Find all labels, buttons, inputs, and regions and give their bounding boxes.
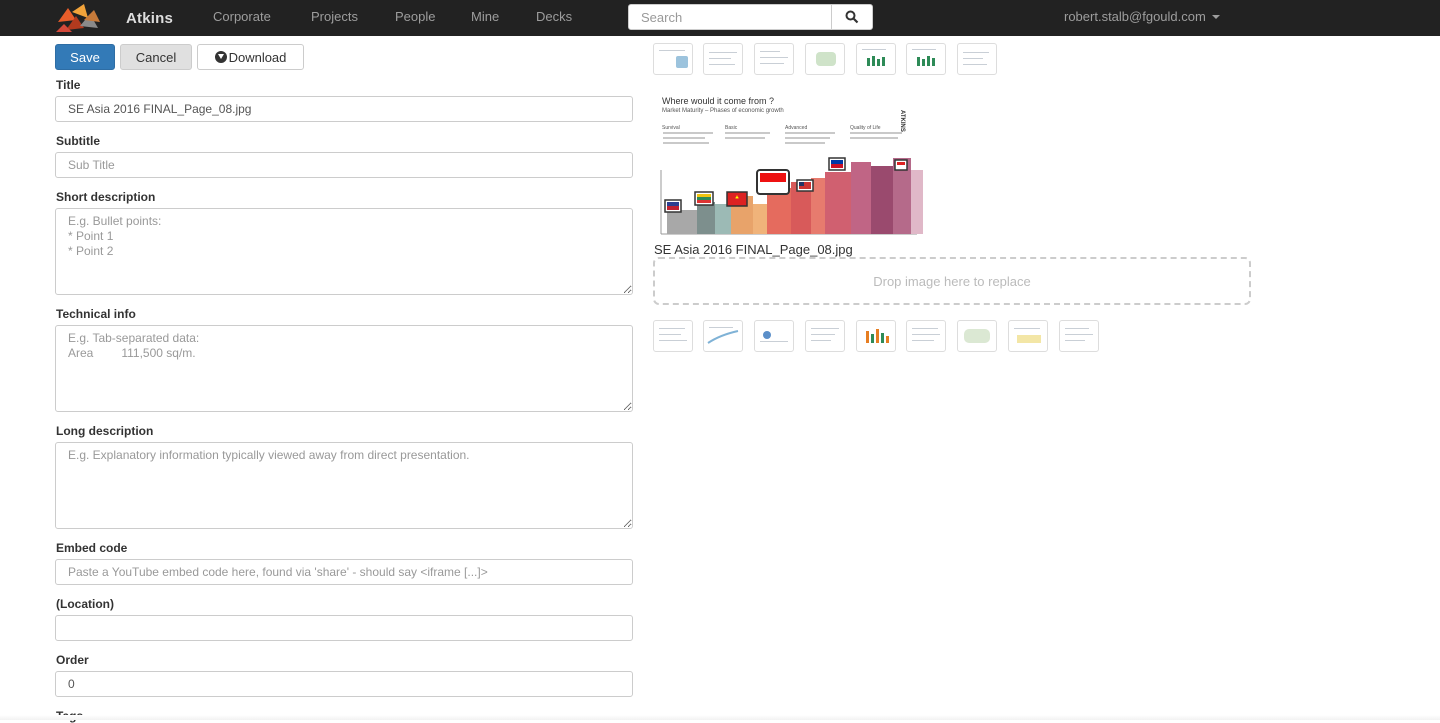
download-label: Download xyxy=(228,49,287,65)
slide-thumbnail[interactable] xyxy=(653,43,693,75)
location-input[interactable] xyxy=(55,615,633,641)
slide-thumbnail[interactable] xyxy=(805,43,845,75)
nav-mine[interactable]: Mine xyxy=(471,9,499,24)
download-button[interactable]: Download xyxy=(197,44,304,70)
technical-info-label: Technical info xyxy=(56,307,136,321)
search-icon xyxy=(845,10,859,24)
slide-thumbnail[interactable] xyxy=(856,43,896,75)
long-description-textarea[interactable] xyxy=(55,442,633,529)
long-description-label: Long description xyxy=(56,424,154,438)
short-description-label: Short description xyxy=(56,190,156,204)
user-menu[interactable]: robert.stalb@fgould.com xyxy=(1064,9,1220,24)
nav-projects[interactable]: Projects xyxy=(311,9,358,24)
dropzone-text: Drop image here to replace xyxy=(873,273,1031,289)
brand-logo[interactable]: Atkins xyxy=(54,0,173,36)
user-email: robert.stalb@fgould.com xyxy=(1064,9,1206,24)
cancel-button[interactable]: Cancel xyxy=(120,44,192,70)
subtitle-label: Subtitle xyxy=(56,134,100,148)
download-icon xyxy=(214,51,227,63)
nav-people[interactable]: People xyxy=(395,9,435,24)
slide-preview-image: Where would it come from ? Market Maturi… xyxy=(657,92,932,242)
subtitle-input[interactable] xyxy=(55,152,633,178)
order-label: Order xyxy=(56,653,89,667)
preview-caption: SE Asia 2016 FINAL_Page_08.jpg xyxy=(654,242,853,257)
slide-thumbnail[interactable] xyxy=(805,320,845,352)
slide-thumbnail[interactable] xyxy=(957,43,997,75)
slide-thumbnail[interactable] xyxy=(906,320,946,352)
save-button[interactable]: Save xyxy=(55,44,115,70)
slide-thumbnail[interactable] xyxy=(703,320,743,352)
nav-decks[interactable]: Decks xyxy=(536,9,572,24)
page-bottom-edge xyxy=(0,715,1440,720)
search-form xyxy=(628,4,873,30)
slide-thumbnail[interactable] xyxy=(754,43,794,75)
slide-thumbnail[interactable] xyxy=(1008,320,1048,352)
slide-thumbnail[interactable] xyxy=(754,320,794,352)
slide-thumbnail[interactable] xyxy=(1059,320,1099,352)
title-label: Title xyxy=(56,78,81,92)
embed-code-input[interactable] xyxy=(55,559,633,585)
embed-code-label: Embed code xyxy=(56,541,128,555)
slide-thumbnail[interactable] xyxy=(957,320,997,352)
brand-name: Atkins xyxy=(126,9,174,27)
order-input[interactable] xyxy=(55,671,633,697)
atkins-logo-icon xyxy=(56,4,100,32)
chevron-down-icon xyxy=(1211,14,1220,19)
slide-thumbnail[interactable] xyxy=(856,320,896,352)
search-input[interactable] xyxy=(629,5,831,29)
search-button[interactable] xyxy=(831,5,872,29)
short-description-textarea[interactable] xyxy=(55,208,633,295)
navbar: Atkins Corporate Projects People Mine De… xyxy=(0,0,1440,36)
nav-corporate[interactable]: Corporate xyxy=(213,9,271,24)
skyline-graphic xyxy=(660,132,923,235)
technical-info-textarea[interactable] xyxy=(55,325,633,412)
slide-thumbnail[interactable] xyxy=(906,43,946,75)
title-input[interactable] xyxy=(55,96,633,122)
location-label: (Location) xyxy=(56,597,114,611)
slide-thumbnail[interactable] xyxy=(653,320,693,352)
image-dropzone[interactable]: Drop image here to replace xyxy=(653,257,1251,305)
slide-thumbnail[interactable] xyxy=(703,43,743,75)
